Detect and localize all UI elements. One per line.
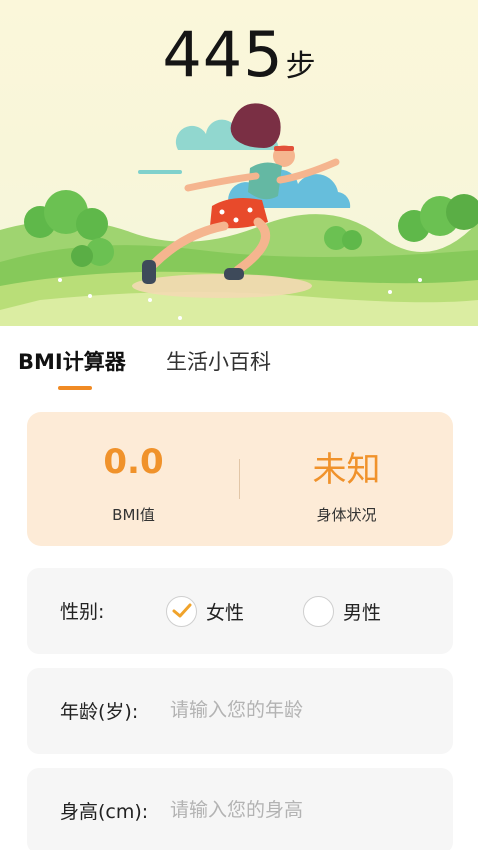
checkmark-icon (172, 603, 191, 618)
height-input[interactable] (170, 790, 430, 830)
body-status-value: 未知 (312, 450, 381, 490)
body-status-section: 未知 身体状况 (240, 412, 453, 546)
male-radio-circle[interactable] (303, 595, 334, 627)
step-count-unit: 步 (285, 49, 316, 84)
step-count: 445步 (0, 18, 478, 91)
male-radio-label: 男性 (343, 601, 382, 624)
female-radio-label: 女性 (206, 601, 245, 624)
active-tab-indicator (58, 386, 92, 390)
tab-bar: BMI计算器 生活小百科 (0, 336, 478, 396)
tab-bmi-calculator[interactable]: BMI计算器 (18, 346, 126, 376)
bmi-value-label: BMI值 (112, 506, 155, 524)
gender-row: 性别: 女性 男性 (27, 568, 453, 654)
age-row: 年龄(岁): (27, 668, 453, 754)
age-input[interactable] (170, 690, 430, 730)
female-radio-circle[interactable] (166, 595, 197, 627)
height-label: 身高(cm): (60, 801, 149, 823)
female-radio[interactable]: 女性 (166, 594, 244, 628)
tab-life-encyclopedia[interactable]: 生活小百科 (166, 346, 271, 376)
step-count-value: 445 (162, 18, 284, 91)
male-radio[interactable]: 男性 (303, 594, 381, 628)
bmi-value-section: 0.0 BMI值 (27, 412, 240, 546)
gender-label: 性别: (60, 601, 105, 623)
height-row: 身高(cm): (27, 768, 453, 850)
age-label: 年龄(岁): (60, 701, 139, 723)
hero-banner: 445步 (0, 0, 478, 326)
bmi-value: 0.0 (103, 442, 164, 482)
bmi-result-card: 0.0 BMI值 未知 身体状况 (27, 412, 453, 546)
body-status-label: 身体状况 (316, 506, 377, 524)
